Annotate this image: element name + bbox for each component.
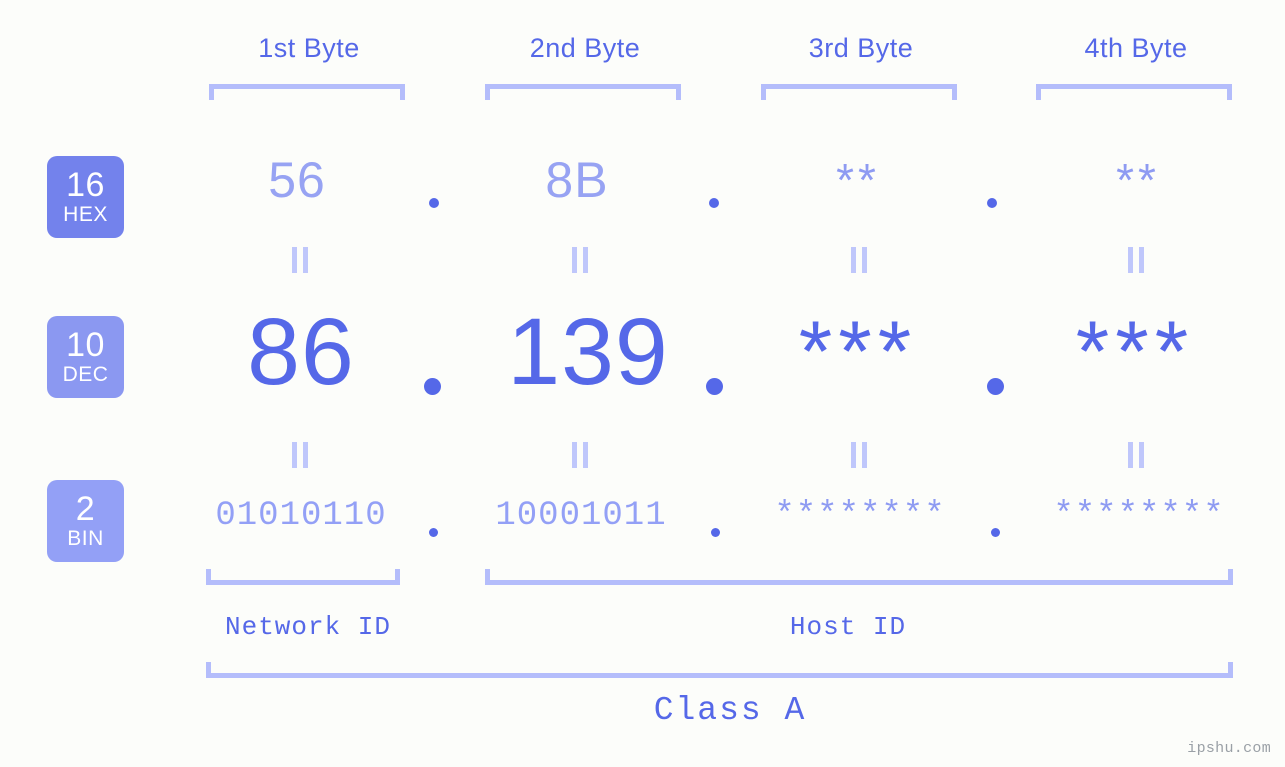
base-badge-dec-abbr: DEC: [62, 363, 109, 386]
dec-dot-2: [706, 378, 723, 395]
byte-bracket-3: [761, 84, 957, 100]
base-badge-hex-number: 16: [66, 166, 105, 204]
hex-byte-3: **: [836, 154, 880, 206]
equals-mark-hex-dec-1: [290, 247, 312, 273]
hex-dot-1: [429, 198, 439, 208]
equals-mark-dec-bin-3: [849, 442, 871, 468]
byte-header-1: 1st Byte: [258, 33, 360, 63]
class-bracket: [206, 662, 1233, 678]
hex-dot-3: [987, 198, 997, 208]
ip-breakdown-diagram: 1st Byte 2nd Byte 3rd Byte 4th Byte 16 H…: [0, 0, 1285, 767]
dec-byte-1: 86: [247, 299, 355, 405]
base-badge-hex-abbr: HEX: [63, 203, 108, 226]
base-badge-hex: 16 HEX: [47, 156, 124, 238]
byte-header-4: 4th Byte: [1084, 33, 1188, 63]
hex-byte-4: **: [1116, 154, 1160, 206]
hex-byte-1: 56: [268, 152, 326, 208]
dec-byte-3: ***: [798, 304, 918, 400]
bin-dot-1: [429, 528, 438, 537]
base-badge-dec-number: 10: [66, 326, 105, 364]
class-label: Class A: [653, 692, 807, 729]
base-badge-bin: 2 BIN: [47, 480, 124, 562]
dec-dot-1: [424, 378, 441, 395]
equals-mark-dec-bin-1: [290, 442, 312, 468]
base-badge-bin-abbr: BIN: [67, 527, 104, 550]
byte-bracket-4: [1036, 84, 1232, 100]
hex-dot-2: [709, 198, 719, 208]
network-id-label: Network ID: [224, 612, 392, 642]
base-badge-bin-number: 2: [75, 490, 96, 528]
equals-mark-dec-bin-4: [1126, 442, 1148, 468]
byte-bracket-1: [209, 84, 405, 100]
bin-byte-4: ********: [1053, 497, 1225, 535]
dec-dot-3: [987, 378, 1004, 395]
bin-dot-3: [991, 528, 1000, 537]
byte-bracket-2: [485, 84, 681, 100]
equals-mark-hex-dec-4: [1126, 247, 1148, 273]
host-id-label: Host ID: [789, 612, 907, 642]
equals-mark-dec-bin-2: [570, 442, 592, 468]
dec-byte-4: ***: [1075, 304, 1195, 400]
bin-byte-3: ********: [774, 497, 946, 535]
base-badge-dec: 10 DEC: [47, 316, 124, 398]
bin-byte-2: 10001011: [495, 497, 667, 535]
host-id-bracket: [485, 569, 1233, 585]
bin-byte-1: 01010110: [215, 497, 387, 535]
equals-mark-hex-dec-3: [849, 247, 871, 273]
bin-dot-2: [711, 528, 720, 537]
byte-header-2: 2nd Byte: [529, 33, 641, 63]
hex-byte-2: 8B: [545, 152, 609, 208]
site-watermark: ipshu.com: [1187, 740, 1271, 757]
equals-mark-hex-dec-2: [570, 247, 592, 273]
network-id-bracket: [206, 569, 400, 585]
byte-header-3: 3rd Byte: [808, 33, 914, 63]
dec-byte-2: 139: [507, 299, 669, 405]
